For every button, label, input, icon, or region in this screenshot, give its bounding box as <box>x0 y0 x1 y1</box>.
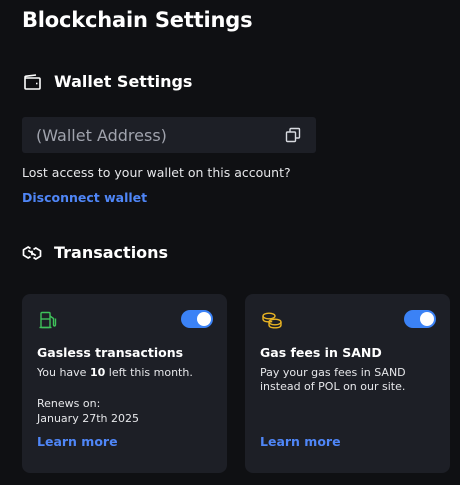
wallet-settings-header: Wallet Settings <box>22 72 192 91</box>
learn-more-link[interactable]: Learn more <box>37 434 118 449</box>
transactions-title: Transactions <box>54 243 169 262</box>
wallet-icon <box>22 73 42 91</box>
gasless-toggle[interactable] <box>181 310 213 328</box>
wallet-address-input[interactable] <box>36 117 284 153</box>
toggle-knob <box>420 312 434 326</box>
gas-fees-sand-card: Gas fees in SAND Pay your gas fees in SA… <box>245 294 450 473</box>
copy-icon[interactable] <box>284 126 302 144</box>
card-description: You have 10 left this month. <box>37 366 217 380</box>
desc-prefix: You have <box>37 366 90 379</box>
wallet-address-field[interactable] <box>22 117 316 153</box>
disconnect-wallet-link[interactable]: Disconnect wallet <box>22 190 147 205</box>
page-title: Blockchain Settings <box>22 8 253 32</box>
learn-more-link[interactable]: Learn more <box>260 434 341 449</box>
gas-pump-icon <box>38 310 58 330</box>
remaining-count: 10 <box>89 366 106 379</box>
card-title: Gas fees in SAND <box>260 345 382 360</box>
transactions-header: Transactions <box>22 243 168 262</box>
wallet-settings-title: Wallet Settings <box>54 72 193 91</box>
gasless-transactions-card: Gasless transactions You have 10 left th… <box>22 294 227 473</box>
coins-icon <box>261 310 283 330</box>
chain-link-icon <box>22 244 42 262</box>
renews-label: Renews on: <box>37 397 101 410</box>
toggle-knob <box>197 312 211 326</box>
card-description: Pay your gas fees in SAND instead of POL… <box>260 366 406 393</box>
renews-date: January 27th 2025 <box>37 412 139 425</box>
gas-fees-sand-toggle[interactable] <box>404 310 436 328</box>
lost-access-text: Lost access to your wallet on this accou… <box>22 165 291 180</box>
desc-suffix: left this month. <box>105 366 193 379</box>
card-title: Gasless transactions <box>37 345 184 360</box>
